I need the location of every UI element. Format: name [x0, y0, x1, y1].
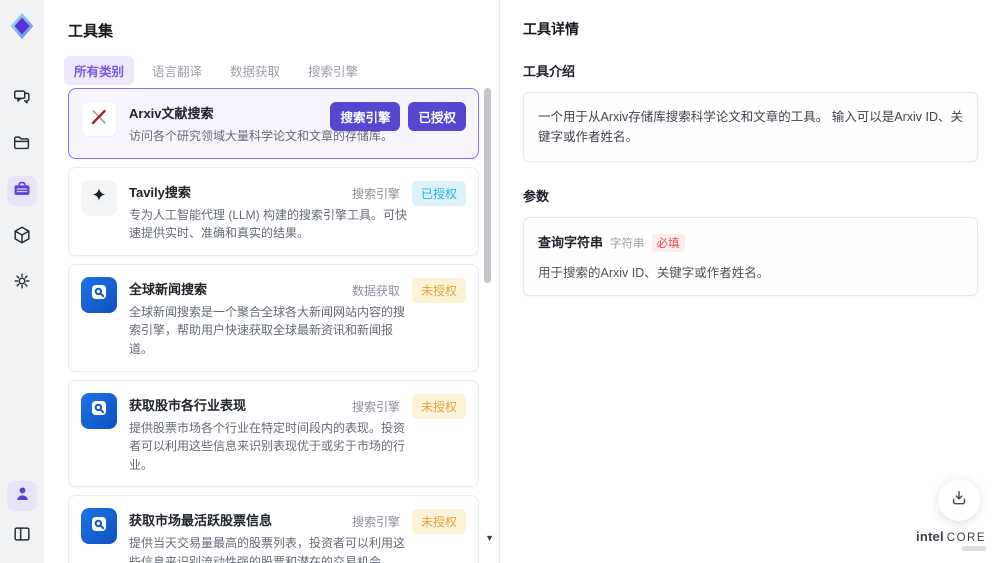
tool-badges: 搜索引擎 已授权: [348, 180, 466, 206]
scrollbar[interactable]: [484, 88, 491, 543]
cube-icon: [12, 225, 32, 250]
detail-panel: 工具详情 工具介绍 一个用于从Arxiv存储库搜索科学论文和文章的工具。 输入可…: [501, 0, 1000, 563]
app-logo-icon[interactable]: [6, 10, 38, 42]
category-badge: 数据获取: [351, 283, 400, 298]
star-icon: [89, 185, 109, 210]
download-icon: [949, 488, 969, 513]
tool-tile: [81, 392, 117, 429]
tool-card[interactable]: 获取市场最活跃股票信息 提供当天交易量最高的股票列表，投资者可以利用这些信息来识别…: [68, 495, 479, 563]
tab-2[interactable]: 数据获取: [220, 56, 290, 85]
tool-list: Arxiv文献搜索 访问各个研究领域大量科学论文和文章的存储库。 搜索引擎 已授权 Ta…: [68, 88, 479, 563]
category-badge: 搜索引擎: [351, 399, 400, 414]
param-list: 查询字符串 字符串 必填用于搜索的Arxiv ID、关键字或作者姓名。: [523, 217, 978, 296]
tool-description: 全球新闻搜索是一个聚合全球各大新闻网站内容的搜索引擎，帮助用户快速获取全球最新资…: [129, 304, 406, 356]
intro-label: 工具介绍: [523, 64, 576, 79]
app-window: 工具集 所有类别 语言翻译 数据获取 搜索引擎 Arxiv文献搜索 访问各个研究领域大量…: [0, 0, 1000, 563]
status-badge: 未授权: [411, 393, 466, 419]
user-icon: [13, 484, 32, 508]
tool-badges: 搜索引擎 未授权: [348, 509, 466, 535]
tool-description: 提供股票市场各个行业在特定时间段内的表现。投资者可以利用这些信息来识别表现优于或…: [129, 420, 406, 472]
param-description: 用于搜索的Arxiv ID、关键字或作者姓名。: [538, 266, 770, 280]
search-blue-icon: [88, 281, 110, 308]
status-badge: 未授权: [411, 509, 466, 535]
tool-badges: 搜索引擎 未授权: [348, 393, 466, 419]
sidebar-item-files[interactable]: [7, 130, 37, 160]
tool-card[interactable]: 获取股市各行业表现 提供股票市场各个行业在特定时间段内的表现。投资者可以利用这些信…: [68, 379, 479, 488]
status-badge: 已授权: [411, 180, 466, 206]
sidebar-item-settings[interactable]: [7, 268, 37, 298]
sidebar-nav: [7, 84, 37, 298]
params-label: 参数: [523, 189, 550, 204]
intel-core-badge: [962, 546, 986, 551]
briefcase-icon: [12, 179, 32, 204]
tool-description: 专为人工智能代理 (LLM) 构建的搜索引擎工具。可快速提供实时、准确和真实的结…: [129, 207, 408, 241]
tools-panel: 工具集 所有类别 语言翻译 数据获取 搜索引擎 Arxiv文献搜索 访问各个研究领域大量…: [44, 0, 500, 563]
arxiv-icon: [88, 106, 110, 133]
intel-core-logo: intel CORE: [916, 529, 986, 551]
tool-tile: [81, 179, 117, 216]
tool-tile: [81, 508, 117, 545]
tool-badges: 搜索引擎 已授权: [330, 102, 466, 131]
tab-0[interactable]: 所有类别: [64, 56, 135, 85]
chat-icon: [12, 87, 32, 112]
detail-title: 工具详情: [523, 21, 579, 37]
tool-card[interactable]: 全球新闻搜索 全球新闻搜索是一个聚合全球各大新闻网站内容的搜索引擎，帮助用户快速获…: [68, 263, 479, 372]
param-name: 查询字符串: [538, 235, 604, 250]
sidebar: [0, 0, 44, 563]
status-badge: 未授权: [411, 277, 466, 303]
tab-1[interactable]: 语言翻译: [142, 56, 212, 85]
search-blue-icon: [88, 513, 110, 540]
category-badge: 搜索引擎: [330, 102, 401, 131]
brand-core-text: CORE: [946, 532, 986, 544]
tool-badges: 数据获取 未授权: [348, 277, 466, 303]
tool-card[interactable]: Tavily搜索 专为人工智能代理 (LLM) 构建的搜索引擎工具。可快速提供实时…: [68, 166, 479, 256]
tool-card[interactable]: Arxiv文献搜索 访问各个研究领域大量科学论文和文章的存储库。 搜索引擎 已授权: [68, 88, 479, 159]
param-type: 字符串: [610, 238, 645, 250]
sidebar-bottom: [7, 481, 37, 551]
tab-3[interactable]: 搜索引擎: [298, 56, 368, 85]
gear-icon: [12, 271, 32, 296]
tool-tile: [81, 101, 117, 137]
category-tabs: 所有类别 语言翻译 数据获取 搜索引擎: [64, 56, 499, 85]
param-required-badge: 必填: [651, 234, 685, 252]
sidebar-item-tools[interactable]: [7, 176, 37, 206]
page-title: 工具集: [68, 23, 114, 40]
category-badge: 搜索引擎: [351, 515, 400, 530]
search-blue-icon: [88, 397, 110, 424]
scrollbar-thumb[interactable]: [484, 88, 491, 283]
brand-intel-text: intel: [916, 529, 944, 544]
category-badge: 搜索引擎: [351, 186, 400, 201]
sidebar-item-chat[interactable]: [7, 84, 37, 114]
sidebar-item-models[interactable]: [7, 222, 37, 252]
sidebar-item-user[interactable]: [7, 481, 37, 511]
scroll-down-icon[interactable]: ▼: [485, 534, 494, 543]
sidebar-item-panel[interactable]: [7, 521, 37, 551]
param-head: 查询字符串 字符串 必填: [538, 232, 963, 252]
tool-tile: [81, 276, 117, 313]
tool-description: 提供当天交易量最高的股票列表，投资者可以利用这些信息来识别流动性强的股票和潜在的…: [129, 536, 406, 563]
status-badge: 已授权: [408, 102, 466, 131]
folder-icon: [12, 133, 32, 158]
panel-icon: [12, 524, 32, 549]
download-button[interactable]: [938, 479, 980, 521]
param-item: 查询字符串 字符串 必填用于搜索的Arxiv ID、关键字或作者姓名。: [523, 217, 978, 296]
tool-intro-text: 一个用于从Arxiv存储库搜索科学论文和文章的工具。 输入可以是Arxiv ID…: [523, 92, 978, 162]
